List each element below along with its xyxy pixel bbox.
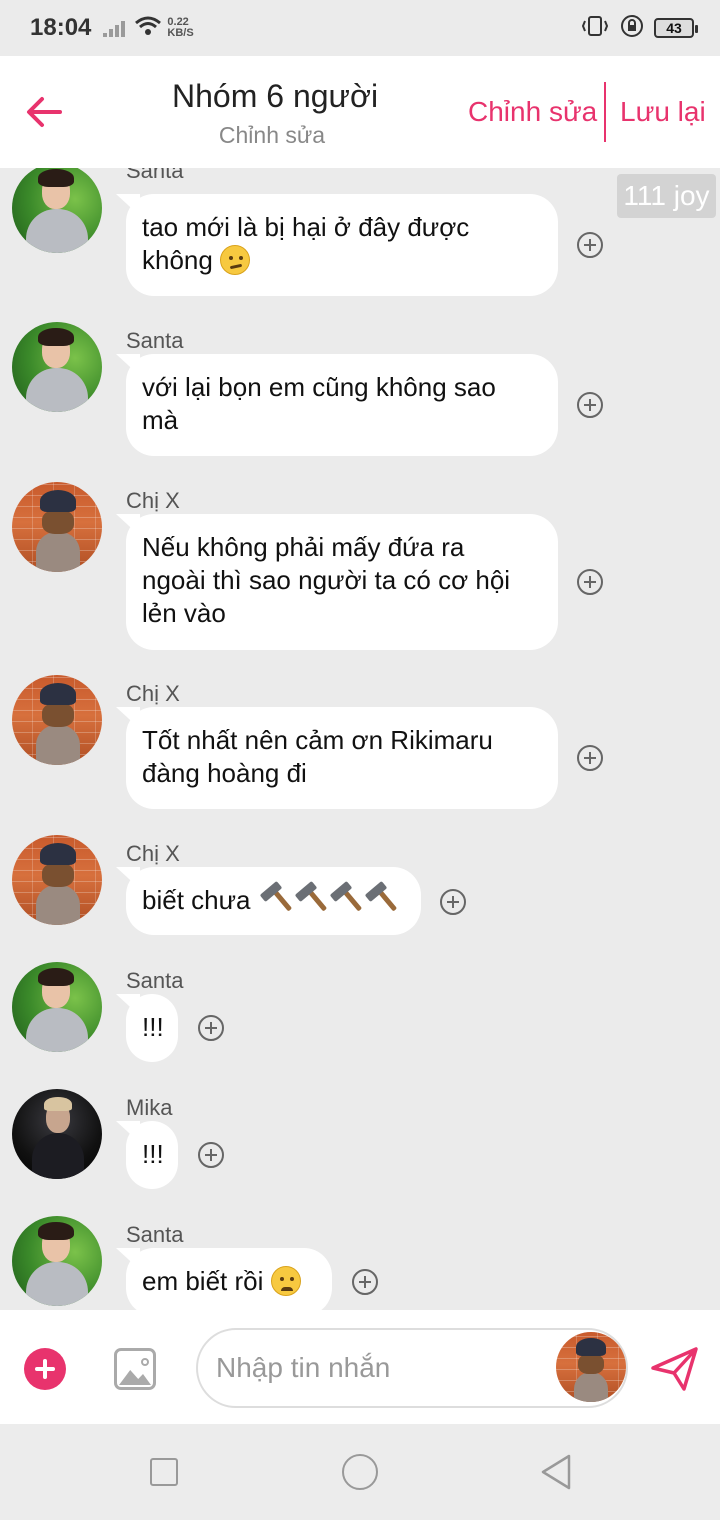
rotation-lock-icon <box>620 14 644 43</box>
home-button[interactable] <box>342 1454 378 1490</box>
save-button[interactable]: Lưu lại <box>620 96 706 128</box>
avatar[interactable] <box>12 482 102 572</box>
add-reaction-icon[interactable] <box>198 1015 224 1041</box>
edit-button[interactable]: Chỉnh sửa <box>468 96 597 128</box>
message-line: mà <box>142 405 179 435</box>
sender-name: Chị X <box>126 681 180 706</box>
avatar[interactable] <box>12 675 102 765</box>
group-subtitle: Chỉnh sửa <box>218 122 326 148</box>
add-reaction-icon[interactable] <box>577 232 603 258</box>
message-bubble[interactable]: em biết rồi <box>126 1248 332 1310</box>
hammer-icon <box>328 880 362 914</box>
add-reaction-icon[interactable] <box>352 1269 378 1295</box>
message-bubble[interactable]: tao mới là bị hại ở đây được không <box>126 194 558 296</box>
header-divider <box>604 82 606 142</box>
message-line: Tốt nhất nên cảm ơn Rikimaru <box>142 725 493 755</box>
message-bubble[interactable]: Tốt nhất nên cảm ơn Rikimaru đàng hoàng … <box>126 707 558 809</box>
composer-bar: Nhập tin nhắn <box>0 1310 720 1424</box>
triangle-back-icon <box>541 1454 571 1490</box>
avatar[interactable] <box>12 962 102 1052</box>
chat-messages[interactable]: 111 joy Santa tao mới là bị hại ở đây đư… <box>0 168 720 1310</box>
system-nav-bar <box>0 1424 720 1520</box>
message-input-placeholder: Nhập tin nhắn <box>216 1352 391 1383</box>
sender-name: Santa <box>126 328 184 353</box>
message-line: ngoài thì sao người ta có cơ hội <box>142 565 511 595</box>
frowning-face-icon <box>270 1266 301 1296</box>
battery-icon: 43 <box>654 18 698 38</box>
sender-name: Santa <box>126 1222 184 1247</box>
message-line: !!! <box>142 1012 164 1042</box>
network-speed-unit: KB/S <box>167 27 194 39</box>
sender-name: Santa <box>126 968 184 993</box>
chat-header: Nhóm 6 người Chỉnh sửa Chỉnh sửa Lưu lại <box>0 56 720 168</box>
message-bubble[interactable]: biết chưa <box>126 867 421 935</box>
sender-name: Mika <box>126 1095 173 1120</box>
plus-circle-icon[interactable] <box>24 1348 66 1390</box>
message-line: Nếu không phải mấy đứa ra <box>142 532 465 562</box>
message-line: với lại bọn em cũng không sao <box>142 372 496 402</box>
avatar[interactable] <box>12 1216 102 1306</box>
wifi-icon <box>135 16 162 41</box>
message-line: lẻn vào <box>142 598 226 628</box>
group-title: Nhóm 6 người <box>172 78 379 114</box>
recent-apps-button[interactable] <box>150 1458 178 1486</box>
nav-back-button[interactable] <box>540 1454 572 1490</box>
message-bubble[interactable]: Nếu không phải mấy đứa ra ngoài thì sao … <box>126 514 558 650</box>
message-bubble[interactable]: !!! <box>126 994 178 1062</box>
message-line: em biết rồi <box>142 1266 264 1296</box>
sender-name: Santa <box>126 168 184 183</box>
add-reaction-icon[interactable] <box>577 745 603 771</box>
message-line: đàng hoàng đi <box>142 758 307 788</box>
arrow-left-icon <box>27 97 62 127</box>
paper-plane-icon <box>651 1347 698 1391</box>
side-label: 111 joy <box>617 174 716 218</box>
message-line: tao mới là bị hại ở đây được <box>142 212 470 242</box>
avatar[interactable] <box>12 322 102 412</box>
add-reaction-icon[interactable] <box>577 569 603 595</box>
hammer-icon <box>258 880 292 914</box>
hammer-icon <box>293 880 327 914</box>
avatar[interactable] <box>12 835 102 925</box>
smirking-face-icon <box>220 245 251 275</box>
message-line: không <box>142 245 213 275</box>
network-speed: 0.22 KB/S <box>167 17 193 39</box>
message-bubble[interactable]: !!! <box>126 1121 178 1189</box>
sender-name: Chị X <box>126 841 180 866</box>
sender-name: Chị X <box>126 488 180 513</box>
avatar[interactable] <box>12 168 102 253</box>
add-reaction-icon[interactable] <box>577 392 603 418</box>
message-bubble[interactable]: với lại bọn em cũng không sao mà <box>126 354 558 456</box>
avatar[interactable] <box>12 1089 102 1179</box>
message-line: biết chưa <box>142 885 251 915</box>
signal-icon <box>103 19 126 37</box>
add-reaction-icon[interactable] <box>440 889 466 915</box>
add-reaction-icon[interactable] <box>198 1142 224 1168</box>
avatar[interactable] <box>556 1332 626 1402</box>
status-time: 18:04 <box>30 14 92 41</box>
status-bar: 18:04 0.22 KB/S 43 <box>0 0 720 56</box>
message-line: !!! <box>142 1139 164 1169</box>
back-button[interactable] <box>22 90 66 134</box>
send-button[interactable] <box>650 1346 700 1392</box>
vibrate-icon <box>580 15 610 42</box>
image-icon[interactable] <box>114 1348 156 1390</box>
hammer-icon <box>363 880 397 914</box>
